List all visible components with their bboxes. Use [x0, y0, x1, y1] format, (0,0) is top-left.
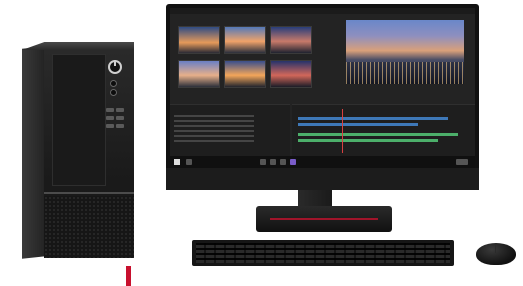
list-item[interactable]: [174, 130, 254, 132]
media-thumbnail[interactable]: [224, 60, 266, 88]
front-grille: [44, 196, 134, 258]
city-skyline: [346, 62, 464, 84]
audio-jack-icon: [110, 89, 117, 96]
keyboard[interactable]: [192, 240, 454, 266]
clock-icon: [456, 159, 468, 165]
usb-port: [106, 116, 114, 120]
browser-icon[interactable]: [280, 159, 286, 165]
list-item[interactable]: [174, 115, 254, 117]
mouse[interactable]: [476, 243, 516, 265]
usb-port: [116, 108, 124, 112]
audio-clip[interactable]: [298, 139, 438, 142]
folder-icon[interactable]: [270, 159, 276, 165]
tower-top: [22, 42, 134, 50]
list-item[interactable]: [174, 120, 254, 122]
premiere-icon[interactable]: [290, 159, 296, 165]
usb-port: [116, 116, 124, 120]
search-icon[interactable]: [186, 159, 192, 165]
list-item[interactable]: [174, 125, 254, 127]
media-thumbnail[interactable]: [270, 26, 312, 54]
audio-clip[interactable]: [298, 133, 458, 136]
project-panel: [170, 104, 290, 157]
monitor-chin: [166, 168, 479, 190]
timeline-panel: [292, 104, 475, 157]
media-thumbnail[interactable]: [178, 26, 220, 54]
list-item[interactable]: [174, 135, 254, 137]
brand-tag: [126, 266, 131, 286]
audio-jack-icon: [110, 80, 117, 87]
taskview-icon[interactable]: [260, 159, 266, 165]
video-clip[interactable]: [298, 123, 418, 126]
usb-port: [106, 124, 114, 128]
list-item[interactable]: [174, 140, 254, 142]
front-divider: [44, 192, 134, 194]
desktop-tower: [22, 42, 134, 286]
program-monitor: [346, 20, 464, 84]
mouse-button-seam: [495, 245, 496, 253]
windows-logo-icon[interactable]: [174, 159, 180, 165]
media-thumbnail[interactable]: [270, 60, 312, 88]
usb-port: [116, 124, 124, 128]
power-button-icon[interactable]: [108, 60, 122, 74]
stand-accent-stripe: [270, 218, 378, 220]
app-menubar: [170, 8, 475, 14]
drive-bay: [52, 54, 106, 186]
taskbar: [170, 156, 475, 168]
keyboard-keys[interactable]: [196, 243, 450, 263]
video-clip[interactable]: [298, 117, 448, 120]
playhead[interactable]: [342, 109, 343, 153]
monitor-stand-base: [256, 206, 392, 232]
media-thumbnail[interactable]: [178, 60, 220, 88]
monitor-screen: [170, 8, 475, 168]
media-thumbnail[interactable]: [224, 26, 266, 54]
usb-port: [106, 108, 114, 112]
